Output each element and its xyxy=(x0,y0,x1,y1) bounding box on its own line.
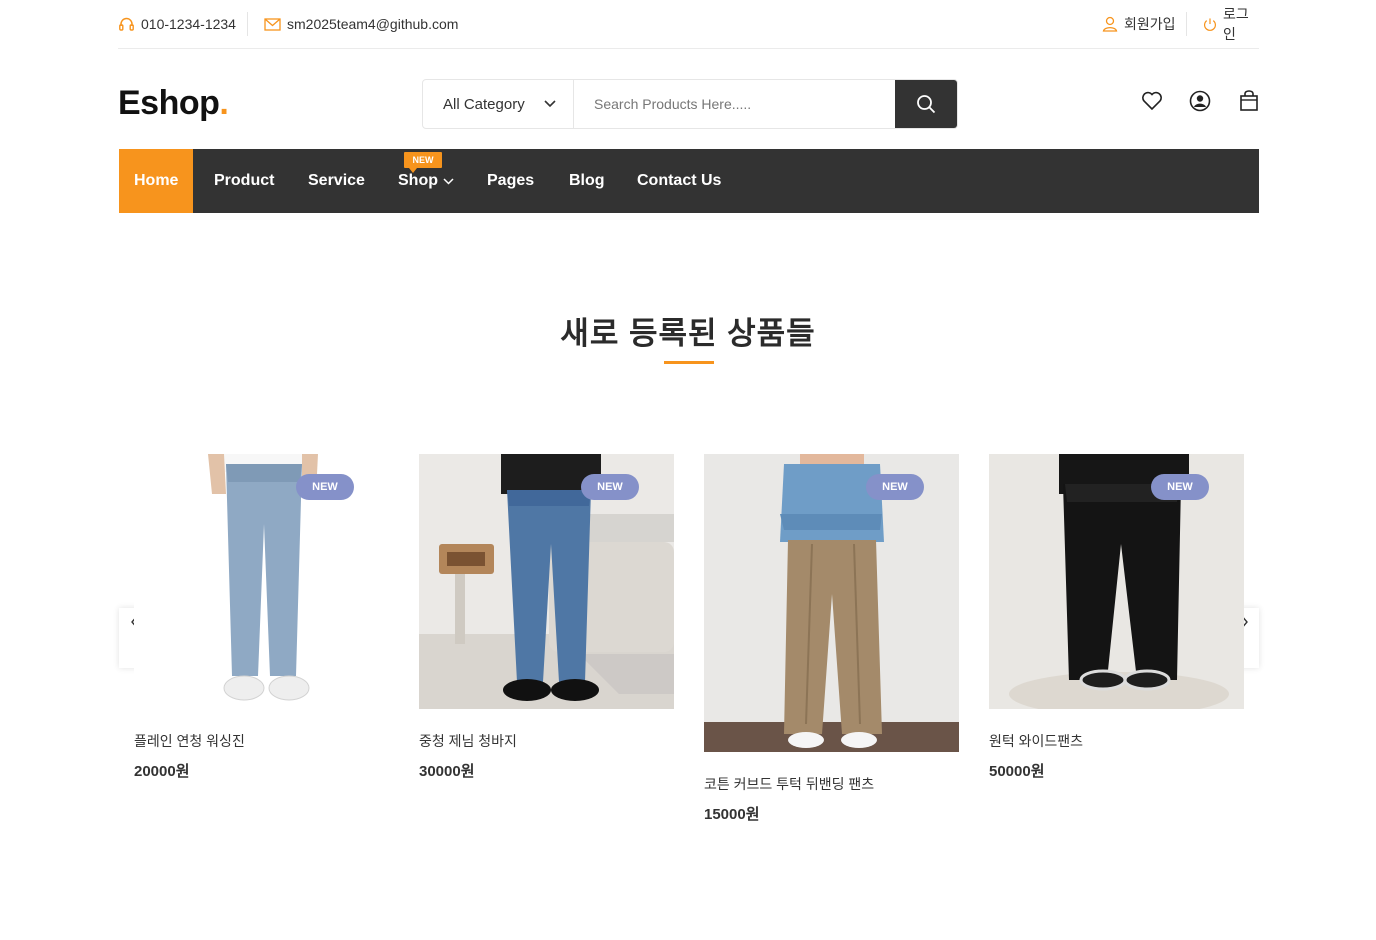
product-price: 15000원 xyxy=(704,806,760,823)
envelope-icon xyxy=(264,17,281,31)
product-card[interactable]: NEW 코튼 커브드 투턱 뒤밴딩 팬츠 15000원 xyxy=(704,454,959,823)
signup-label: 회원가입 xyxy=(1124,16,1176,32)
logo-text: Eshop xyxy=(118,84,220,122)
nav-blog[interactable]: Blog xyxy=(569,149,605,213)
chevron-down-icon xyxy=(443,177,454,185)
user-icon xyxy=(1102,16,1118,32)
product-price: 50000원 xyxy=(989,763,1045,780)
phone-number: 010-1234-1234 xyxy=(141,16,236,32)
cart-button[interactable] xyxy=(1237,89,1261,113)
search-input[interactable] xyxy=(574,80,895,128)
nav-product[interactable]: Product xyxy=(214,149,274,213)
section-title: 새로 등록된 상품들 xyxy=(560,316,816,351)
title-underline xyxy=(664,361,714,364)
nav-contact[interactable]: Contact Us xyxy=(637,149,721,213)
nav-shop-label: Shop xyxy=(398,172,438,189)
new-badge: NEW xyxy=(1151,474,1209,500)
email-contact: sm2025team4@github.com xyxy=(264,14,458,34)
product-card[interactable]: NEW 원턱 와이드팬츠 50000원 xyxy=(989,454,1244,780)
product-name[interactable]: 원턱 와이드팬츠 xyxy=(989,731,1083,751)
search-button[interactable] xyxy=(895,80,957,128)
new-badge: NEW xyxy=(296,474,354,500)
shopping-bag-icon xyxy=(1240,90,1258,111)
divider xyxy=(247,12,248,36)
logo[interactable]: Eshop. xyxy=(118,84,229,123)
product-card[interactable]: NEW 중청 제님 청바지 30000원 xyxy=(419,454,674,780)
product-price: 20000원 xyxy=(134,763,190,780)
shop-new-badge: NEW xyxy=(404,152,442,173)
nav-home[interactable]: Home xyxy=(119,149,194,213)
new-badge: NEW xyxy=(581,474,639,500)
top-bar: 010-1234-1234 sm2025team4@github.com 회원가… xyxy=(118,0,1259,49)
nav-pages-label: Pages xyxy=(487,172,535,189)
product-name[interactable]: 중청 제님 청바지 xyxy=(419,731,517,751)
product-image[interactable]: NEW xyxy=(989,454,1244,709)
power-icon xyxy=(1204,17,1216,31)
account-button[interactable] xyxy=(1188,89,1212,113)
product-name[interactable]: 플레인 연청 워싱진 xyxy=(134,731,245,751)
phone-contact: 010-1234-1234 xyxy=(118,14,236,34)
user-circle-icon xyxy=(1189,90,1211,112)
nav-product-label: Product xyxy=(214,172,275,189)
wishlist-button[interactable] xyxy=(1140,89,1164,113)
login-link[interactable]: 로그인 xyxy=(1203,6,1259,42)
login-label: 로그인 xyxy=(1222,6,1249,42)
nav-pages[interactable]: Pages xyxy=(487,149,534,213)
product-image[interactable]: NEW xyxy=(134,454,389,709)
search-bar: All Category xyxy=(422,79,958,129)
nav-home-label: Home xyxy=(134,172,179,189)
main-nav: Home Product Service Shop Pages Blog Con… xyxy=(119,149,1259,213)
nav-contact-label: Contact Us xyxy=(637,172,722,189)
product-image[interactable]: NEW xyxy=(704,454,959,752)
nav-service[interactable]: Service xyxy=(308,149,365,213)
category-select[interactable]: All Category xyxy=(423,80,574,128)
chevron-down-icon xyxy=(544,100,556,108)
search-icon xyxy=(917,95,936,114)
signup-link[interactable]: 회원가입 xyxy=(1102,14,1176,34)
heart-icon xyxy=(1142,91,1162,111)
product-name[interactable]: 코튼 커브드 투턱 뒤밴딩 팬츠 xyxy=(704,774,874,794)
product-card[interactable]: NEW 플레인 연청 워싱진 20000원 xyxy=(134,454,389,780)
nav-service-label: Service xyxy=(308,172,365,189)
category-label: All Category xyxy=(443,95,525,113)
headset-icon xyxy=(119,17,134,31)
divider xyxy=(1186,12,1187,36)
product-image[interactable]: NEW xyxy=(419,454,674,709)
product-price: 30000원 xyxy=(419,763,475,780)
new-badge: NEW xyxy=(866,474,924,500)
logo-dot: . xyxy=(219,84,229,122)
nav-blog-label: Blog xyxy=(569,172,605,189)
email-address: sm2025team4@github.com xyxy=(287,16,459,32)
